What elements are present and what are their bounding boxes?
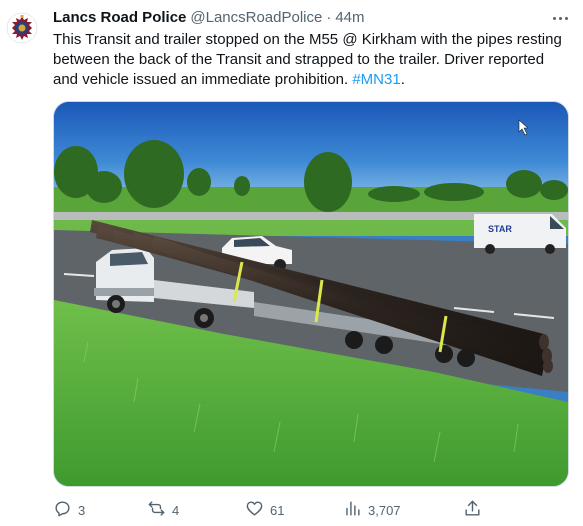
reply-button[interactable]: 3 <box>53 498 85 522</box>
share-icon <box>463 499 482 521</box>
display-name[interactable]: Lancs Road Police <box>53 9 186 26</box>
views-button[interactable]: 3,707 <box>343 498 401 522</box>
hashtag-link[interactable]: #MN31 <box>352 71 400 88</box>
reply-icon <box>53 499 72 521</box>
tweet-text-body: This Transit and trailer stopped on the … <box>53 31 562 88</box>
views-icon <box>343 499 362 521</box>
timestamp[interactable]: 44m <box>335 9 364 26</box>
tweet-actions: 3 4 61 3,707 <box>53 498 569 522</box>
tweet-header: Lancs Road Police @LancsRoadPolice · 44m <box>53 9 365 29</box>
tweet-photo[interactable]: STAR <box>53 101 569 487</box>
heart-icon <box>245 499 264 521</box>
photo-scene: STAR <box>54 102 568 486</box>
more-options-icon[interactable] <box>550 12 570 24</box>
tweet-text: This Transit and trailer stopped on the … <box>53 30 563 90</box>
tweet[interactable]: Lancs Road Police @LancsRoadPolice · 44m… <box>0 0 583 526</box>
tweet-text-end: . <box>400 71 405 88</box>
retweet-count: 4 <box>172 502 180 518</box>
retweet-icon <box>147 499 166 521</box>
like-count: 61 <box>270 502 285 518</box>
separator-dot: · <box>326 9 332 26</box>
user-handle[interactable]: @LancsRoadPolice <box>190 9 322 26</box>
views-count: 3,707 <box>368 502 401 518</box>
police-crest-icon[interactable] <box>6 12 38 44</box>
retweet-button[interactable]: 4 <box>147 498 179 522</box>
share-button[interactable] <box>463 498 482 522</box>
reply-count: 3 <box>78 502 86 518</box>
like-button[interactable]: 61 <box>245 498 284 522</box>
van-logo-text: STAR <box>488 224 512 234</box>
